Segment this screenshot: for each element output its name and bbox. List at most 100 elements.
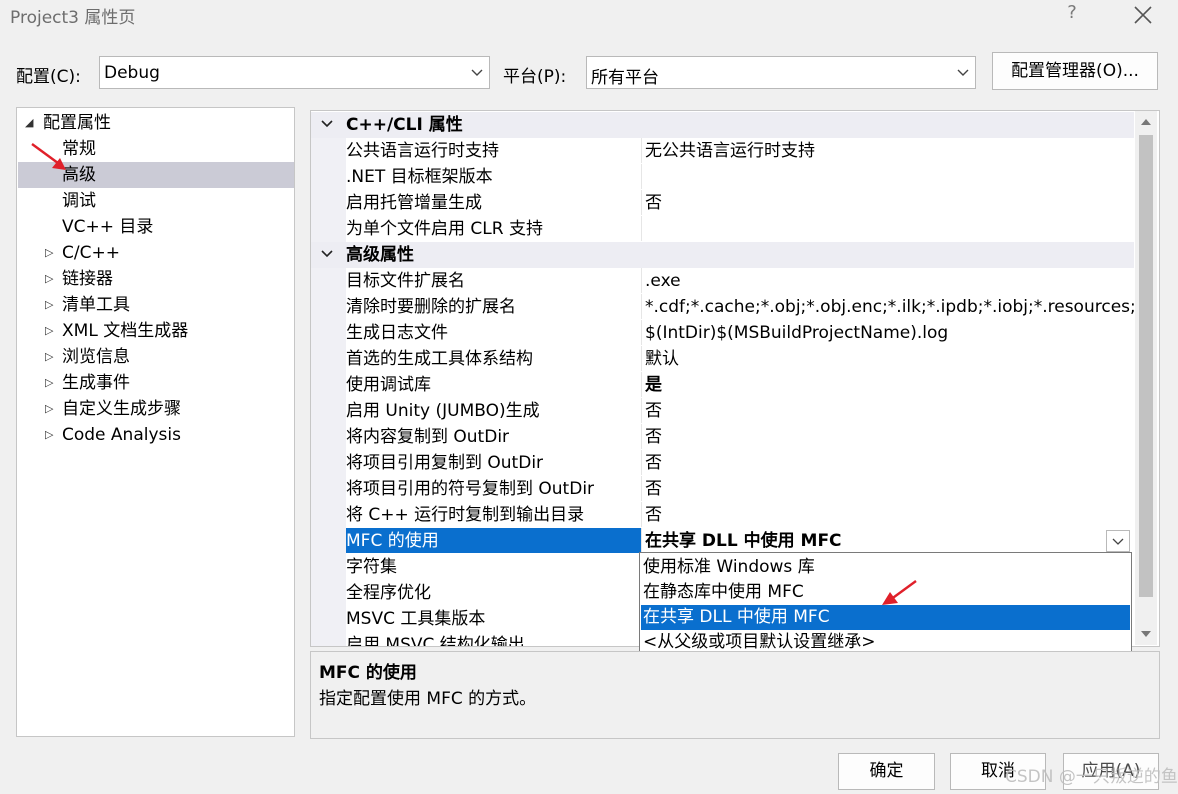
property-row[interactable]: 清除时要删除的扩展名 *.cdf;*.cache;*.obj;*.obj.enc;… — [311, 294, 1134, 320]
chevron-down-icon — [1112, 538, 1124, 545]
tree-item-code-analysis[interactable]: ▷ Code Analysis — [18, 422, 294, 448]
collapsed-triangle-icon: ▷ — [45, 376, 54, 389]
property-name: .NET 目标框架版本 — [346, 164, 641, 189]
scrollbar-thumb[interactable] — [1139, 135, 1153, 597]
tree-item-cpp[interactable]: ▷ C/C++ — [18, 240, 294, 266]
property-value: 是 — [641, 372, 1134, 397]
tree-item-browse-info[interactable]: ▷ 浏览信息 — [18, 344, 294, 370]
category-label: 高级属性 — [346, 245, 414, 265]
help-button[interactable]: ? — [1060, 2, 1084, 26]
collapsed-triangle-icon: ▷ — [45, 428, 54, 441]
property-name: 将项目引用的符号复制到 OutDir — [346, 476, 641, 501]
property-value: .exe — [641, 268, 1134, 293]
collapsed-triangle-icon: ▷ — [45, 272, 54, 285]
property-name: 将 C++ 运行时复制到输出目录 — [346, 502, 641, 527]
property-name: 清除时要删除的扩展名 — [346, 294, 641, 319]
scroll-up-icon[interactable] — [1140, 117, 1152, 127]
annotation-arrow-icon — [31, 143, 66, 170]
category-advanced[interactable]: 高级属性 — [311, 242, 1134, 268]
tree-root-label: 配置属性 — [43, 113, 111, 133]
property-name: 启用 Unity (JUMBO)生成 — [346, 398, 641, 423]
tree-item-build-events[interactable]: ▷ 生成事件 — [18, 370, 294, 396]
tree-item-label: 链接器 — [62, 269, 113, 289]
property-value: *.cdf;*.cache;*.obj;*.obj.enc;*.ilk;*.ip… — [641, 294, 1134, 319]
tree-item-label: 清单工具 — [62, 295, 130, 315]
collapsed-triangle-icon: ▷ — [45, 324, 54, 337]
tree-item-label: 生成事件 — [62, 373, 130, 393]
property-row[interactable]: 生成日志文件 $(IntDir)$(MSBuildProjectName).log — [311, 320, 1134, 346]
tree-item-vc-directories[interactable]: VC++ 目录 — [18, 214, 294, 240]
tree-root[interactable]: ◢ 配置属性 — [18, 110, 294, 136]
ok-button[interactable]: 确定 — [838, 753, 935, 790]
property-row[interactable]: 为单个文件启用 CLR 支持 — [311, 216, 1134, 242]
property-value: 否 — [641, 424, 1134, 449]
tree-item-linker[interactable]: ▷ 链接器 — [18, 266, 294, 292]
collapsed-triangle-icon: ▷ — [45, 246, 54, 259]
property-row[interactable]: 使用调试库是 — [311, 372, 1134, 398]
config-select[interactable]: Debug — [99, 56, 490, 89]
chevron-down-icon — [471, 69, 483, 76]
chevron-down-icon — [957, 69, 969, 76]
property-row[interactable]: 首选的生成工具体系结构 默认 — [311, 346, 1134, 372]
property-value: 否 — [641, 190, 1134, 215]
property-tree: ◢ 配置属性 常规 高级 调试 VC++ 目录 ▷ C/C++ ▷ 链接器 ▷ 清单工… — [16, 107, 295, 737]
tree-item-label: C/C++ — [62, 243, 120, 263]
tree-item-custom-build[interactable]: ▷ 自定义生成步骤 — [18, 396, 294, 422]
property-row[interactable]: 启用托管增量生成否 — [311, 190, 1134, 216]
collapsed-triangle-icon: ▷ — [45, 298, 54, 311]
property-value: 在共享 DLL 中使用 MFC — [641, 528, 1134, 553]
dropdown-option[interactable]: 使用标准 Windows 库 — [641, 555, 1130, 580]
property-row[interactable]: .NET 目标框架版本 — [311, 164, 1134, 190]
property-value: 否 — [641, 476, 1134, 501]
property-value: 否 — [641, 450, 1134, 475]
tree-item-manifest-tool[interactable]: ▷ 清单工具 — [18, 292, 294, 318]
config-manager-button[interactable]: 配置管理器(O)... — [992, 52, 1158, 90]
collapsed-triangle-icon: ▷ — [45, 350, 54, 363]
property-name: 首选的生成工具体系结构 — [346, 346, 641, 371]
tree-item-xml-doc[interactable]: ▷ XML 文档生成器 — [18, 318, 294, 344]
property-value — [641, 164, 1134, 189]
description-panel: MFC 的使用 指定配置使用 MFC 的方式。 — [310, 651, 1160, 739]
tree-item-label: 浏览信息 — [62, 347, 130, 367]
property-row[interactable]: 目标文件扩展名 .exe — [311, 268, 1134, 294]
tree-item-label: 调试 — [62, 191, 96, 211]
property-value: 否 — [641, 398, 1134, 423]
title-bar: Project3 属性页 ? — [0, 0, 1178, 30]
watermark: CSDN @一只叛逆的鱼 — [1005, 767, 1178, 787]
config-label: 配置(C): — [16, 67, 81, 87]
chevron-down-icon — [321, 120, 333, 128]
property-value: 否 — [641, 502, 1134, 527]
category-cli[interactable]: C++/CLI 属性 — [311, 112, 1134, 138]
property-row[interactable]: 将内容复制到 OutDir 否 — [311, 424, 1134, 450]
property-name: 启用托管增量生成 — [346, 190, 641, 215]
property-value: 无公共语言运行时支持 — [641, 138, 1134, 163]
property-row[interactable]: 将项目引用复制到 OutDir 否 — [311, 450, 1134, 476]
config-select-value: Debug — [104, 63, 160, 83]
property-name: 将内容复制到 OutDir — [346, 424, 641, 449]
property-name: MFC 的使用 — [346, 528, 641, 553]
property-value: $(IntDir)$(MSBuildProjectName).log — [641, 320, 1134, 345]
property-name: MSVC 工具集版本 — [346, 606, 641, 631]
dropdown-button[interactable] — [1106, 530, 1130, 552]
close-icon[interactable] — [1130, 2, 1156, 28]
platform-label: 平台(P): — [503, 67, 567, 87]
property-name: 使用调试库 — [346, 372, 641, 397]
property-row[interactable]: 将项目引用的符号复制到 OutDir 否 — [311, 476, 1134, 502]
description-title: MFC 的使用 — [319, 663, 417, 683]
window-title: Project3 属性页 — [10, 8, 136, 28]
property-row-mfc[interactable]: MFC 的使用 在共享 DLL 中使用 MFC — [311, 528, 1134, 554]
property-row[interactable]: 将 C++ 运行时复制到输出目录否 — [311, 502, 1134, 528]
property-name: 字符集 — [346, 554, 641, 579]
property-value: 默认 — [641, 346, 1134, 371]
property-name: 启用 MSVC 结构化输出 — [346, 632, 641, 646]
property-row[interactable]: 公共语言运行时支持 无公共语言运行时支持 — [311, 138, 1134, 164]
tree-item-label: XML 文档生成器 — [62, 321, 189, 341]
expanded-triangle-icon: ◢ — [25, 116, 34, 129]
tree-item-debugging[interactable]: 调试 — [18, 188, 294, 214]
property-row[interactable]: 启用 Unity (JUMBO)生成否 — [311, 398, 1134, 424]
tree-item-label: Code Analysis — [62, 425, 181, 445]
scroll-down-icon[interactable] — [1140, 629, 1152, 639]
dropdown-option-selected[interactable]: 在共享 DLL 中使用 MFC — [641, 605, 1130, 630]
description-text: 指定配置使用 MFC 的方式。 — [319, 689, 537, 709]
platform-select[interactable]: 所有平台 — [586, 56, 976, 89]
